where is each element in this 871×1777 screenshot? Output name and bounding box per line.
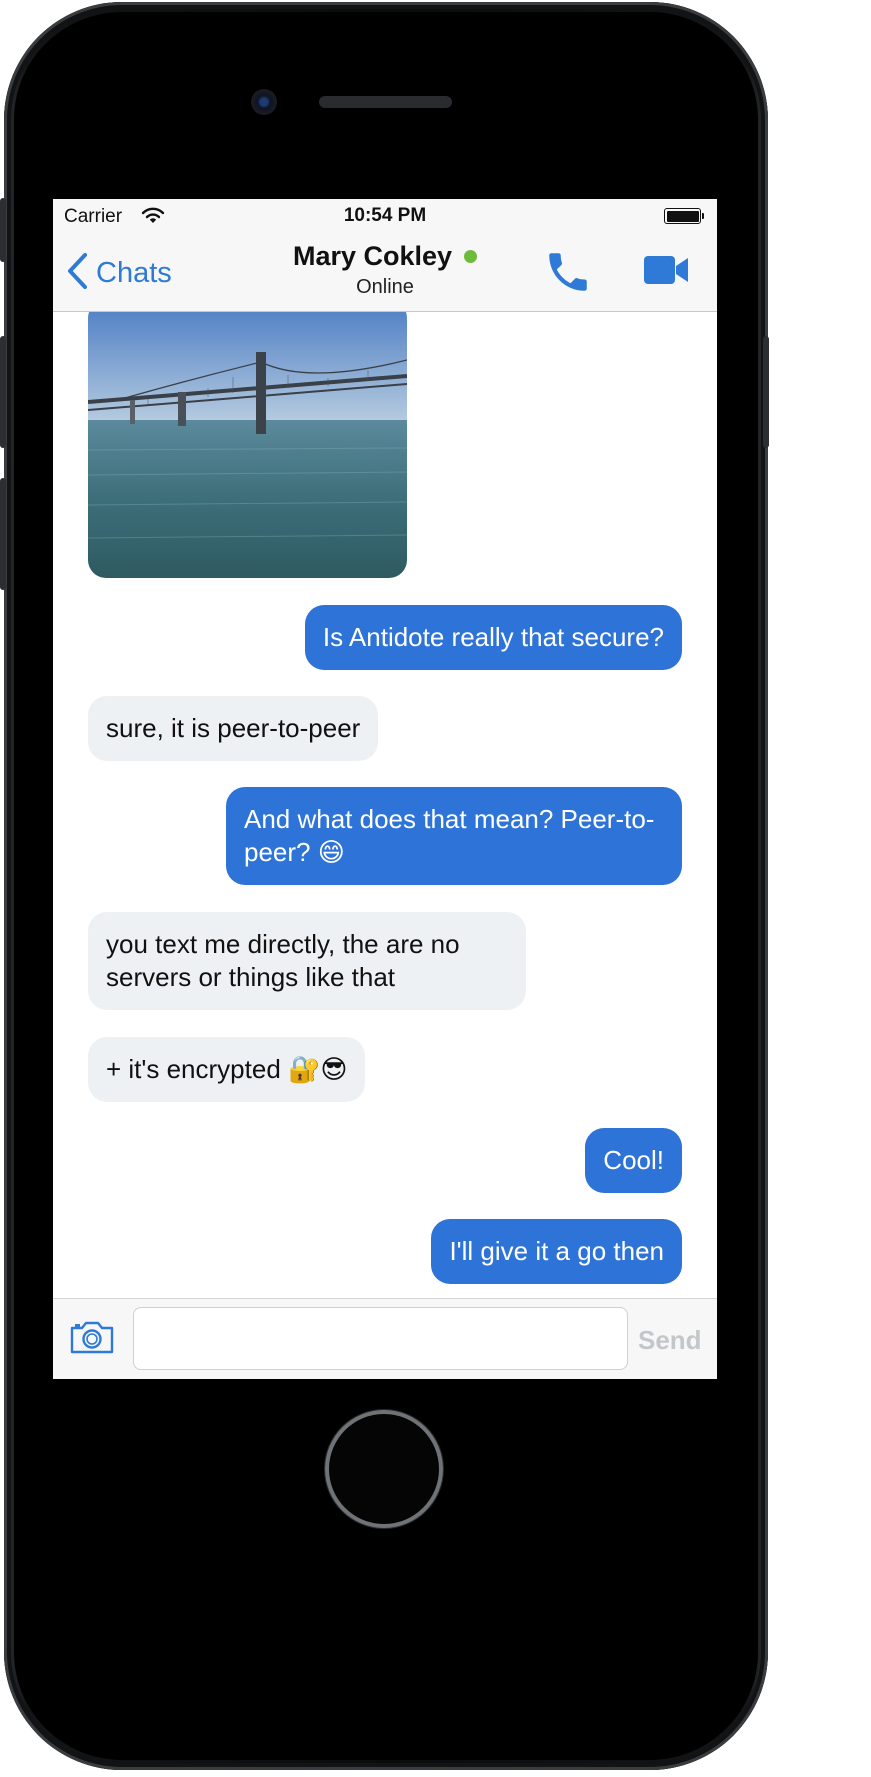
chevron-left-icon [66, 252, 88, 295]
back-button-label: Chats [96, 256, 172, 289]
incoming-message[interactable]: you text me directly, the are no servers… [88, 912, 526, 1010]
silent-switch [0, 198, 6, 262]
camera-icon [69, 1321, 115, 1359]
earpiece-speaker [319, 96, 452, 108]
screen: Carrier 10:54 PM Chats Mary Cokley Onlin… [53, 199, 717, 1379]
contact-title[interactable]: Mary Cokley Online [253, 241, 517, 299]
front-camera [251, 89, 277, 115]
home-button[interactable] [325, 1410, 443, 1528]
audio-call-button[interactable] [543, 247, 593, 302]
incoming-message[interactable]: sure, it is peer-to-peer [88, 696, 379, 761]
message-composer: Send [53, 1298, 717, 1379]
back-button[interactable]: Chats [66, 252, 172, 295]
send-button[interactable]: Send [638, 1325, 702, 1356]
phone-icon [543, 253, 593, 301]
status-bar: Carrier 10:54 PM [53, 199, 717, 233]
bridge-photo [88, 312, 407, 578]
outgoing-message[interactable]: I'll give it a go then [431, 1219, 682, 1284]
message-list[interactable]: Is Antidote really that secure? sure, it… [53, 312, 717, 1298]
attach-photo-button[interactable] [69, 1319, 115, 1360]
video-call-button[interactable] [643, 255, 689, 290]
outgoing-message[interactable]: Cool! [585, 1128, 682, 1193]
volume-up-button [0, 336, 6, 448]
clock: 10:54 PM [343, 205, 427, 226]
video-camera-icon [643, 256, 689, 289]
outgoing-message[interactable]: Is Antidote really that secure? [304, 605, 682, 670]
incoming-message[interactable]: + it's encrypted 🔐😎 [88, 1037, 366, 1102]
contact-name: Mary Cokley [292, 241, 453, 271]
volume-down-button [0, 478, 6, 590]
chat-header: Chats Mary Cokley Online [53, 233, 717, 312]
power-button [763, 336, 769, 448]
battery-icon [664, 208, 704, 224]
contact-status: Online [356, 276, 414, 298]
outgoing-message[interactable]: And what does that mean? Peer-to-peer? 😄 [226, 787, 682, 885]
message-input[interactable] [133, 1307, 628, 1370]
online-status-dot [464, 250, 478, 263]
image-message[interactable] [88, 312, 407, 578]
